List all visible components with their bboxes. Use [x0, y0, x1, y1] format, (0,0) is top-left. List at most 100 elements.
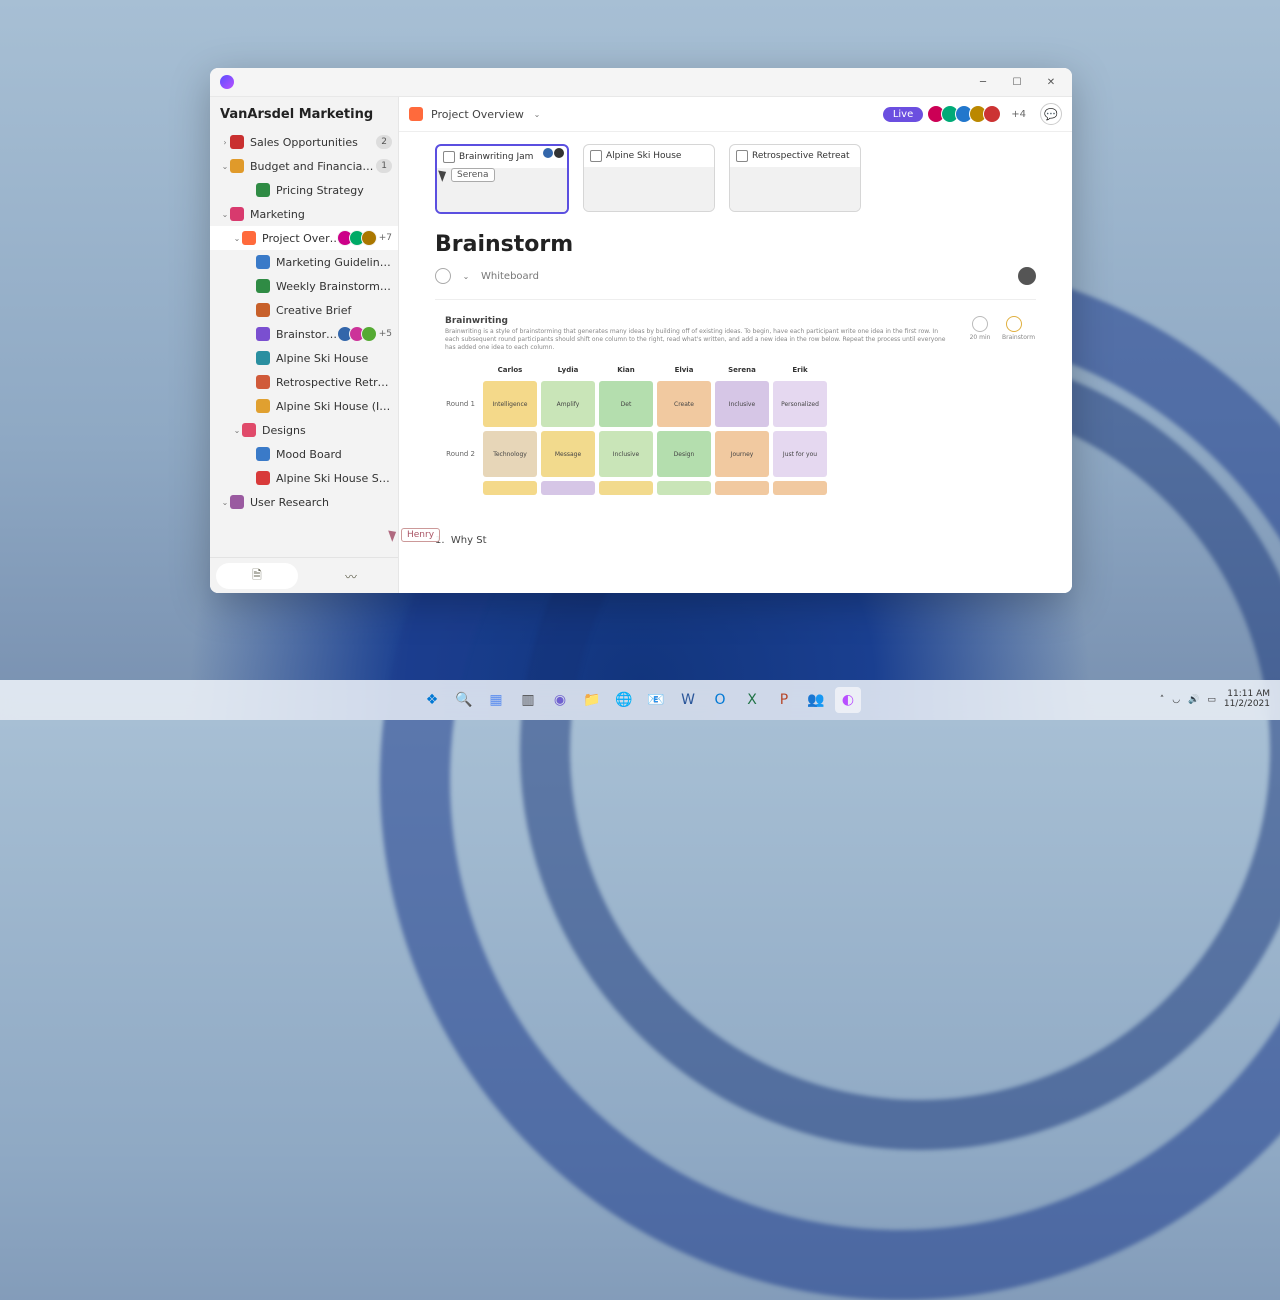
column-header: Serena [715, 363, 769, 377]
column-header: Elvia [657, 363, 711, 377]
column-header: Erik [773, 363, 827, 377]
whiteboard-header[interactable]: ⌄ Whiteboard [435, 267, 1036, 285]
close-button[interactable]: ✕ [1034, 68, 1068, 96]
remote-cursor-serena: Serena [440, 168, 495, 182]
system-tray[interactable]: ˄ ◡ 🔊 ▭ 11:11 AM 11/2/2021 [1160, 690, 1270, 710]
taskbar[interactable]: ❖🔍▦▥◉📁🌐📧WOXP👥◐ ˄ ◡ 🔊 ▭ 11:11 AM 11/2/202… [0, 680, 1280, 720]
board-title: Brainwriting [445, 316, 954, 326]
taskbar-app[interactable]: 👥 [803, 687, 829, 713]
whiteboard-label: Whiteboard [481, 271, 539, 282]
sticky-note[interactable] [657, 481, 711, 495]
taskbar-app[interactable]: 📧 [643, 687, 669, 713]
presence-avatars[interactable] [931, 105, 1001, 123]
row-header: Round 1 [435, 381, 479, 427]
sidebar-item[interactable]: ⌄Budget and Financial Projection1 [210, 154, 398, 178]
sidebar-item[interactable]: Creative Brief [210, 298, 398, 322]
sticky-note[interactable] [715, 481, 769, 495]
taskbar-app[interactable]: W [675, 687, 701, 713]
sticky-note[interactable]: Amplify [541, 381, 595, 427]
app-window: ─ ☐ ✕ VanArsdel Marketing ›Sales Opportu… [210, 68, 1072, 593]
sticky-note[interactable]: Inclusive [599, 431, 653, 477]
topbar: Project Overview ⌄ Live +4 💬 [399, 97, 1072, 132]
brainstorm-tool[interactable]: Brainstorm [1002, 316, 1026, 341]
sidebar-item[interactable]: Marketing Guidelines for V... [210, 250, 398, 274]
taskbar-app[interactable]: X [739, 687, 765, 713]
taskbar-app[interactable]: O [707, 687, 733, 713]
sticky-note[interactable]: Journey [715, 431, 769, 477]
sidebar-item[interactable]: Mood Board [210, 442, 398, 466]
taskbar-app[interactable]: P [771, 687, 797, 713]
footer-tab-activity[interactable]: 〰 [310, 563, 392, 589]
remote-cursor-henry: Henry [399, 528, 440, 542]
taskbar-app[interactable]: ❖ [419, 687, 445, 713]
board-desc: Brainwriting is a style of brainstorming… [445, 328, 954, 351]
page-content: Brainwriting JamAlpine Ski HouseRetrospe… [399, 132, 1072, 593]
sidebar: VanArsdel Marketing ›Sales Opportunities… [210, 97, 399, 593]
sticky-note[interactable]: Just for you [773, 431, 827, 477]
sticky-note[interactable] [541, 481, 595, 495]
taskbar-app[interactable]: 📁 [579, 687, 605, 713]
page-heading: Brainstorm [435, 232, 1036, 257]
page-card[interactable]: Retrospective Retreat [729, 144, 861, 212]
page-card[interactable]: Alpine Ski House [583, 144, 715, 212]
row-header: Round 2 [435, 431, 479, 477]
chevron-down-icon[interactable]: ⌄ [532, 110, 542, 119]
sidebar-item[interactable]: Pricing Strategy [210, 178, 398, 202]
volume-icon[interactable]: 🔊 [1188, 695, 1199, 705]
taskbar-app[interactable]: 🌐 [611, 687, 637, 713]
sidebar-item[interactable]: Weekly Brainstorm Meeting [210, 274, 398, 298]
taskbar-app[interactable]: 🔍 [451, 687, 477, 713]
battery-icon[interactable]: ▭ [1207, 695, 1216, 705]
sidebar-item[interactable]: ⌄Designs [210, 418, 398, 442]
breadcrumb[interactable]: Project Overview [431, 108, 524, 121]
taskbar-app[interactable]: ▦ [483, 687, 509, 713]
live-badge[interactable]: Live [883, 107, 923, 122]
sidebar-item[interactable]: ⌄User Research [210, 490, 398, 514]
wifi-icon[interactable]: ◡ [1172, 695, 1180, 705]
presence-more[interactable]: +4 [1011, 109, 1026, 120]
sidebar-item[interactable]: ⌄Project Overview+7 [210, 226, 398, 250]
sticky-note[interactable]: Design [657, 431, 711, 477]
sticky-note[interactable]: Inclusive [715, 381, 769, 427]
clock-date[interactable]: 11/2/2021 [1224, 700, 1270, 710]
sidebar-item[interactable]: Alpine Ski House [210, 346, 398, 370]
nav-tree: ›Sales Opportunities2⌄Budget and Financi… [210, 130, 398, 557]
sticky-note[interactable]: Intelligence [483, 381, 537, 427]
minimize-button[interactable]: ─ [966, 68, 1000, 96]
sidebar-item[interactable]: ›Sales Opportunities2 [210, 130, 398, 154]
sticky-note[interactable] [483, 481, 537, 495]
sticky-note[interactable]: Technology [483, 431, 537, 477]
loop-icon [435, 268, 451, 284]
sidebar-item[interactable]: Brainstorming+5 [210, 322, 398, 346]
row-header [435, 481, 479, 495]
taskbar-app[interactable]: ▥ [515, 687, 541, 713]
brainwriting-board: Brainwriting Brainwriting is a style of … [435, 299, 1036, 495]
sticky-note[interactable] [773, 481, 827, 495]
bulb-icon [1006, 316, 1022, 332]
workspace-title: VanArsdel Marketing [210, 97, 398, 130]
titlebar: ─ ☐ ✕ [210, 68, 1072, 97]
sidebar-item[interactable]: Retrospective Retreat [210, 370, 398, 394]
whiteboard-avatar [1018, 267, 1036, 285]
sticky-note[interactable]: Det [599, 381, 653, 427]
numbered-list[interactable]: 1. Why St [435, 535, 1036, 546]
app-logo-icon [220, 75, 234, 89]
footer-tab-pages[interactable]: 🗎 [216, 563, 298, 589]
sticky-note[interactable]: Message [541, 431, 595, 477]
sticky-note[interactable]: Create [657, 381, 711, 427]
timer-tool[interactable]: 20 min [968, 316, 992, 341]
timer-icon [972, 316, 988, 332]
sticky-note[interactable]: Personalized [773, 381, 827, 427]
sidebar-item[interactable]: Alpine Ski House Sizzle Re... [210, 466, 398, 490]
column-header: Carlos [483, 363, 537, 377]
sidebar-item[interactable]: ⌄Marketing [210, 202, 398, 226]
maximize-button[interactable]: ☐ [1000, 68, 1034, 96]
taskbar-app[interactable]: ◉ [547, 687, 573, 713]
taskbar-app[interactable]: ◐ [835, 687, 861, 713]
sidebar-item[interactable]: Alpine Ski House (ID: 487... [210, 394, 398, 418]
sticky-note[interactable] [599, 481, 653, 495]
breadcrumb-icon [409, 107, 423, 121]
column-header: Lydia [541, 363, 595, 377]
comments-button[interactable]: 💬 [1040, 103, 1062, 125]
chevron-up-icon[interactable]: ˄ [1160, 695, 1165, 705]
